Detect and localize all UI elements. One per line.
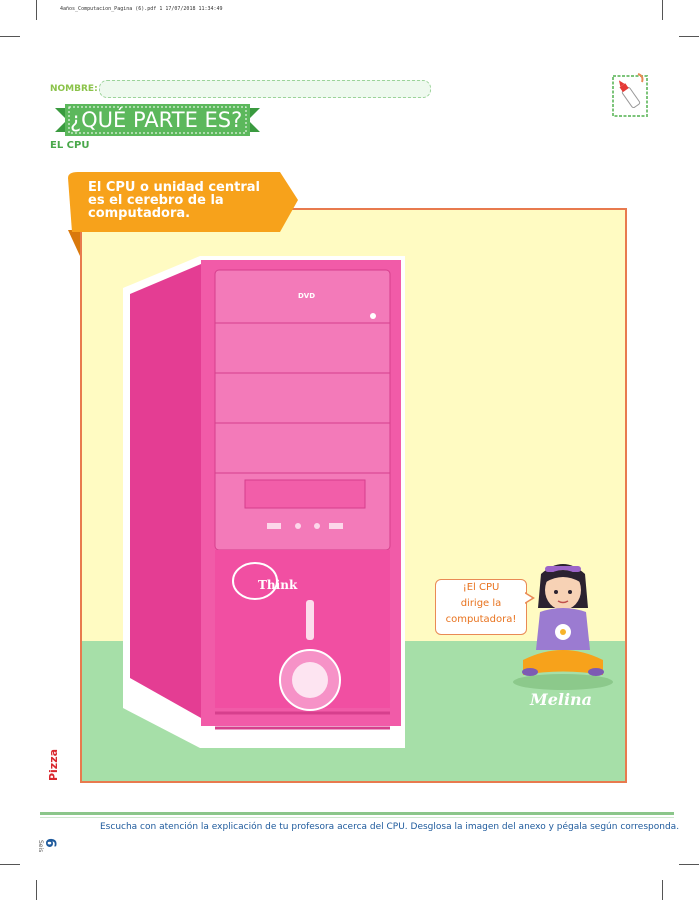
crop-mark bbox=[662, 880, 663, 900]
brand-logo: Think bbox=[258, 578, 298, 592]
file-info: 4años_Computacion_Pagina (6).pdf 1 17/07… bbox=[60, 6, 223, 12]
page-subtitle: EL CPU bbox=[50, 140, 90, 151]
girl-character-image bbox=[513, 564, 613, 690]
crop-mark bbox=[36, 0, 37, 20]
publisher-logo-text: Pizza bbox=[47, 749, 60, 781]
page-number: 6 bbox=[42, 838, 58, 848]
character-name: Melina bbox=[530, 690, 593, 709]
cpu-tower-image bbox=[123, 256, 405, 748]
crop-mark bbox=[662, 0, 663, 20]
publisher-logo: Pizza bbox=[47, 746, 60, 784]
instructions-text: Escucha con atención la explicación de t… bbox=[100, 822, 680, 832]
name-label: NOMBRE: bbox=[50, 84, 98, 94]
crop-mark bbox=[36, 880, 37, 900]
footer-rule bbox=[40, 812, 674, 815]
crop-mark bbox=[0, 864, 20, 865]
glue-icon bbox=[612, 73, 648, 117]
dvd-label: DVD bbox=[298, 292, 316, 300]
footer-rule-thin bbox=[40, 817, 674, 818]
crop-mark bbox=[0, 36, 20, 37]
page-title: ¿QUÉ PARTE ES? bbox=[70, 108, 243, 132]
intro-line-3: computadora. bbox=[88, 206, 191, 221]
crop-mark bbox=[679, 36, 699, 37]
crop-mark bbox=[679, 864, 699, 865]
name-field[interactable] bbox=[99, 80, 431, 98]
intro-text: El CPU o unidad central es el cerebro de… bbox=[88, 181, 288, 220]
